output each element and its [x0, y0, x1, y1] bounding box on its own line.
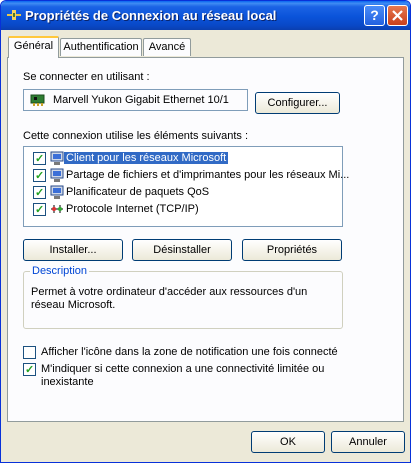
description-text: Permet à votre ordinateur d'accéder aux … [31, 286, 308, 311]
checkmark-icon: ✓ [35, 204, 45, 216]
description-title: Description [30, 265, 90, 277]
list-item[interactable]: ✓ Protocole Internet (TCP/IP) [24, 202, 342, 218]
qos-scheduler-icon [50, 185, 64, 199]
install-button[interactable]: Installer... [23, 239, 123, 261]
network-client-icon [50, 151, 64, 165]
component-label: Client pour les réseaux Microsoft [64, 152, 229, 164]
help-button[interactable]: ? [364, 5, 385, 26]
tab-general[interactable]: Général [8, 36, 59, 58]
component-label: Protocole Internet (TCP/IP) [66, 203, 199, 215]
tab-label: Authentification [63, 41, 139, 53]
tab-label: Général [13, 40, 54, 52]
checkmark-icon: ✓ [25, 364, 35, 376]
checkmark-icon: ✓ [35, 187, 45, 199]
components-list[interactable]: ✓ Client pour les réseaux Microsoft ✓ Pa… [23, 146, 349, 227]
adapter-name: Marvell Yukon Gigabit Ethernet 10/1 [53, 94, 229, 106]
tab-authentication[interactable]: Authentification [60, 38, 142, 56]
show-icon-label: Afficher l'icône dans la zone de notific… [41, 346, 338, 358]
component-checkbox[interactable]: ✓ [33, 203, 46, 216]
notify-limited-checkbox[interactable]: ✓ [23, 363, 36, 376]
uninstall-button[interactable]: Désinstaller [132, 239, 232, 261]
help-glyph: ? [370, 7, 379, 23]
component-label: Partage de fichiers et d'imprimantes pou… [66, 169, 350, 181]
component-label: Planificateur de paquets QoS [66, 186, 210, 198]
file-printer-sharing-icon [50, 168, 64, 182]
show-icon-checkbox[interactable] [23, 346, 36, 359]
cancel-button[interactable]: Annuler [331, 431, 405, 453]
tab-label: Avancé [148, 41, 186, 53]
notify-limited-label-line2: inexistante [41, 376, 94, 388]
properties-button[interactable]: Propriétés [242, 239, 342, 261]
close-button[interactable] [387, 5, 408, 26]
dialog-window: Propriétés de Connexion au réseau local … [0, 0, 411, 463]
list-item[interactable]: ✓ Client pour les réseaux Microsoft [24, 151, 342, 167]
component-checkbox[interactable]: ✓ [33, 186, 46, 199]
components-label: Cette connexion utilise les éléments sui… [23, 130, 249, 142]
component-checkbox[interactable]: ✓ [33, 169, 46, 182]
title-bar[interactable]: Propriétés de Connexion au réseau local … [1, 1, 410, 30]
list-item[interactable]: ✓ Partage de fichiers et d'imprimantes p… [24, 168, 349, 184]
protocol-icon [51, 205, 63, 213]
ok-button[interactable]: OK [251, 431, 325, 453]
adapter-field: Marvell Yukon Gigabit Ethernet 10/1 [23, 89, 248, 111]
window-title: Propriétés de Connexion au réseau local [25, 8, 277, 23]
checkmark-icon: ✓ [35, 170, 45, 182]
network-connection-icon [7, 10, 21, 20]
connect-using-label: Se connecter en utilisant : [23, 71, 150, 83]
close-icon [392, 10, 403, 21]
configure-button[interactable]: Configurer... [255, 92, 340, 114]
tab-advanced[interactable]: Avancé [143, 38, 191, 56]
component-checkbox[interactable]: ✓ [33, 152, 46, 165]
notify-limited-label-line1: M'indiquer si cette connexion a une conn… [41, 363, 325, 375]
list-item[interactable]: ✓ Planificateur de paquets QoS [24, 185, 342, 201]
checkmark-icon: ✓ [35, 153, 45, 165]
network-adapter-icon [30, 94, 45, 106]
